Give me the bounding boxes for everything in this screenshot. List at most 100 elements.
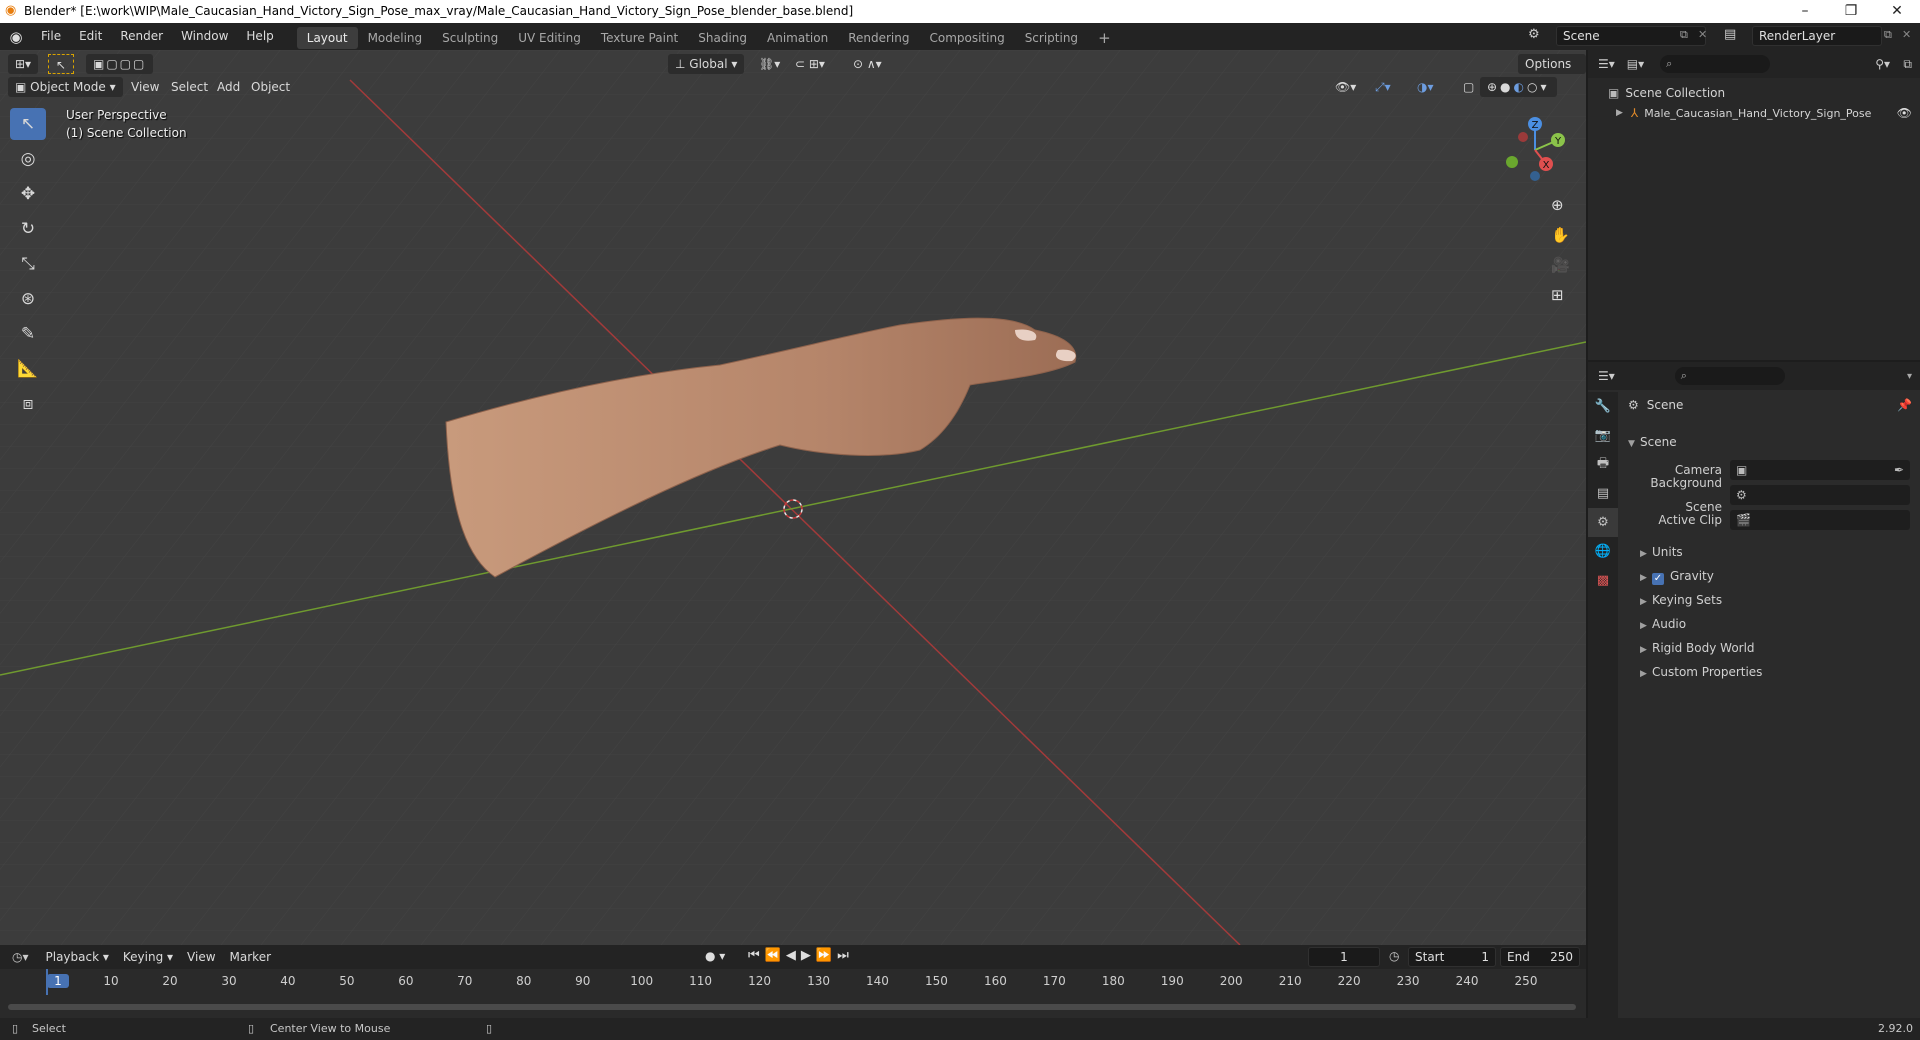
tab-scripting[interactable]: Scripting: [1015, 27, 1088, 49]
timeline-menu-marker[interactable]: Marker: [223, 947, 278, 967]
select-box-tool-icon[interactable]: ↖: [10, 108, 46, 140]
tab-texture-paint[interactable]: Texture Paint: [591, 27, 688, 49]
navigation-gizmo[interactable]: Z Y X: [1490, 110, 1570, 190]
filter-icon[interactable]: ⚲▾: [1875, 57, 1890, 71]
scene-icon[interactable]: ⚙: [1528, 27, 1540, 42]
transform-tool-icon[interactable]: ⊛: [10, 283, 46, 315]
camera-field[interactable]: ▣ ✒: [1730, 460, 1910, 480]
rotate-tool-icon[interactable]: ↻: [10, 213, 46, 245]
playback-controls[interactable]: ⏮⏪◀▶⏩⏭: [748, 948, 854, 963]
current-frame-field[interactable]: 1: [1308, 947, 1380, 967]
xray-toggle-icon[interactable]: ▢: [1456, 77, 1481, 97]
outliner-item[interactable]: ▶ ⅄ Male_Caucasian_Hand_Victory_Sign_Pos…: [1616, 106, 1916, 120]
viewport-menu-object[interactable]: Object: [244, 77, 297, 97]
editor-type-icon[interactable]: ⊞▾: [8, 54, 39, 74]
3d-viewport[interactable]: ⊞▾ ↖ ▣▢▢▢ ⊥ Global ▾ ⛓▾ ⊂ ⊞▾ ⊙ ∧▾ Option…: [0, 50, 1586, 945]
visibility-icon[interactable]: 👁▾: [1328, 77, 1363, 97]
keying-sets-subpanel[interactable]: ▶ Keying Sets: [1618, 588, 1920, 612]
background-scene-field[interactable]: ⚙: [1730, 485, 1910, 505]
rigid-body-world-subpanel[interactable]: ▶ Rigid Body World: [1618, 636, 1920, 660]
end-frame-field[interactable]: End 250: [1500, 947, 1580, 967]
viewport-menu-view[interactable]: View: [124, 77, 166, 97]
timeline-scrollbar[interactable]: [8, 1004, 1576, 1010]
tool-tab-icon[interactable]: 🔧: [1588, 392, 1618, 421]
maximize-button[interactable]: ❐: [1828, 0, 1874, 23]
pan-hand-icon[interactable]: ✋: [1551, 226, 1570, 244]
view-layer-icon[interactable]: ▤: [1724, 27, 1736, 42]
scene-panel-header[interactable]: ▼ Scene: [1618, 430, 1920, 454]
clock-icon[interactable]: ◷: [1389, 949, 1399, 963]
viewport-menu-add[interactable]: Add: [210, 77, 247, 97]
blender-menu-icon[interactable]: ◉: [0, 28, 32, 46]
add-cube-tool-icon[interactable]: ⧈: [10, 388, 46, 420]
timeline-menu-playback[interactable]: Playback ▾: [39, 947, 116, 967]
view-layer-selector[interactable]: RenderLayer: [1752, 26, 1882, 46]
world-tab-icon[interactable]: 🌐: [1588, 537, 1618, 566]
start-frame-field[interactable]: Start 1: [1408, 947, 1496, 967]
add-workspace-button[interactable]: +: [1088, 27, 1121, 49]
menu-help[interactable]: Help: [237, 23, 282, 50]
pivot-point-icon[interactable]: ⛓▾: [752, 54, 787, 74]
active-clip-field[interactable]: 🎬: [1730, 510, 1910, 530]
gravity-subpanel[interactable]: ▶ ✓ Gravity: [1618, 564, 1920, 588]
view-layer-tab-icon[interactable]: ▤: [1588, 479, 1618, 508]
copy-scene-icon[interactable]: ⧉: [1680, 28, 1688, 42]
annotate-tool-icon[interactable]: ✎: [10, 318, 46, 350]
timeline-frames-area[interactable]: 1 10 20 30 40 50 60 70 80 90 100 110 120 130 140 150 160…: [0, 969, 1586, 1018]
visibility-eye-icon[interactable]: 👁: [1897, 106, 1912, 120]
properties-search-input[interactable]: ⌕: [1674, 367, 1785, 385]
chevron-down-icon[interactable]: ▾: [1907, 371, 1912, 382]
close-button[interactable]: ✕: [1874, 0, 1920, 23]
new-collection-icon[interactable]: ⧉: [1903, 57, 1912, 72]
gizmo-neg-y-icon[interactable]: [1506, 156, 1518, 168]
shading-mode-icons[interactable]: ⊕●◐○▾: [1480, 77, 1557, 97]
proportional-edit-icon[interactable]: ⊙ ∧▾: [846, 54, 889, 74]
menu-window[interactable]: Window: [172, 23, 237, 50]
viewport-menu-select[interactable]: Select: [164, 77, 215, 97]
tab-animation[interactable]: Animation: [757, 27, 838, 49]
properties-editor-type-icon[interactable]: ☰▾: [1598, 369, 1615, 383]
timeline-menu-view[interactable]: View: [180, 947, 222, 967]
mode-selector[interactable]: ▣ Object Mode ▾: [8, 77, 123, 97]
outliner-editor-type-icon[interactable]: ☰▾: [1598, 57, 1615, 71]
texture-tab-icon[interactable]: ▩: [1588, 566, 1618, 595]
tab-layout[interactable]: Layout: [296, 26, 358, 49]
timeline-editor-type-icon[interactable]: ◷▾: [12, 950, 29, 964]
snap-icon[interactable]: ⊂ ⊞▾: [788, 54, 832, 74]
tab-modeling[interactable]: Modeling: [358, 27, 433, 49]
remove-view-layer-icon[interactable]: ✕: [1902, 28, 1911, 41]
menu-file[interactable]: File: [32, 23, 70, 50]
tab-uv-editing[interactable]: UV Editing: [508, 27, 591, 49]
options-dropdown[interactable]: Options ▾: [1518, 54, 1586, 91]
gizmo-neg-z-icon[interactable]: [1530, 171, 1540, 181]
select-tool-icon[interactable]: ↖: [48, 54, 75, 74]
overlays-toggle-icon[interactable]: ◑▾: [1410, 77, 1441, 97]
move-tool-icon[interactable]: ✥: [10, 178, 46, 210]
camera-view-icon[interactable]: 🎥: [1551, 256, 1570, 274]
outliner-scene-collection[interactable]: ▣ Scene Collection: [1608, 86, 1725, 100]
measure-tool-icon[interactable]: 📐: [10, 353, 46, 385]
copy-view-layer-icon[interactable]: ⧉: [1884, 28, 1892, 42]
gizmo-toggle-icon[interactable]: ⤢▾: [1368, 77, 1398, 97]
ortho-toggle-icon[interactable]: ⊞: [1551, 286, 1564, 304]
gravity-checkbox[interactable]: ✓: [1652, 573, 1664, 585]
audio-subpanel[interactable]: ▶ Audio: [1618, 612, 1920, 636]
transform-orientation-dropdown[interactable]: ⊥ Global ▾: [668, 54, 745, 74]
timeline-menu-keying[interactable]: Keying ▾: [116, 947, 180, 967]
zoom-icon[interactable]: ⊕: [1551, 196, 1564, 214]
remove-scene-icon[interactable]: ✕: [1698, 28, 1707, 41]
menu-render[interactable]: Render: [111, 23, 172, 50]
outliner-search-input[interactable]: ⌕: [1660, 55, 1771, 73]
units-subpanel[interactable]: ▶ Units: [1618, 540, 1920, 564]
scene-tab-icon[interactable]: ⚙: [1588, 508, 1618, 537]
custom-properties-subpanel[interactable]: ▶ Custom Properties: [1618, 660, 1920, 684]
display-mode-icon[interactable]: ▤▾: [1627, 57, 1644, 71]
gizmo-neg-x-icon[interactable]: [1518, 132, 1528, 142]
selection-mode-icons[interactable]: ▣▢▢▢: [86, 54, 154, 74]
output-tab-icon[interactable]: 🖶: [1588, 450, 1618, 479]
tab-compositing[interactable]: Compositing: [919, 27, 1014, 49]
auto-keying-icon[interactable]: ● ▾: [705, 949, 725, 963]
tab-shading[interactable]: Shading: [688, 27, 757, 49]
minimize-button[interactable]: –: [1782, 0, 1828, 23]
expand-arrow-icon[interactable]: ▶: [1616, 108, 1623, 118]
